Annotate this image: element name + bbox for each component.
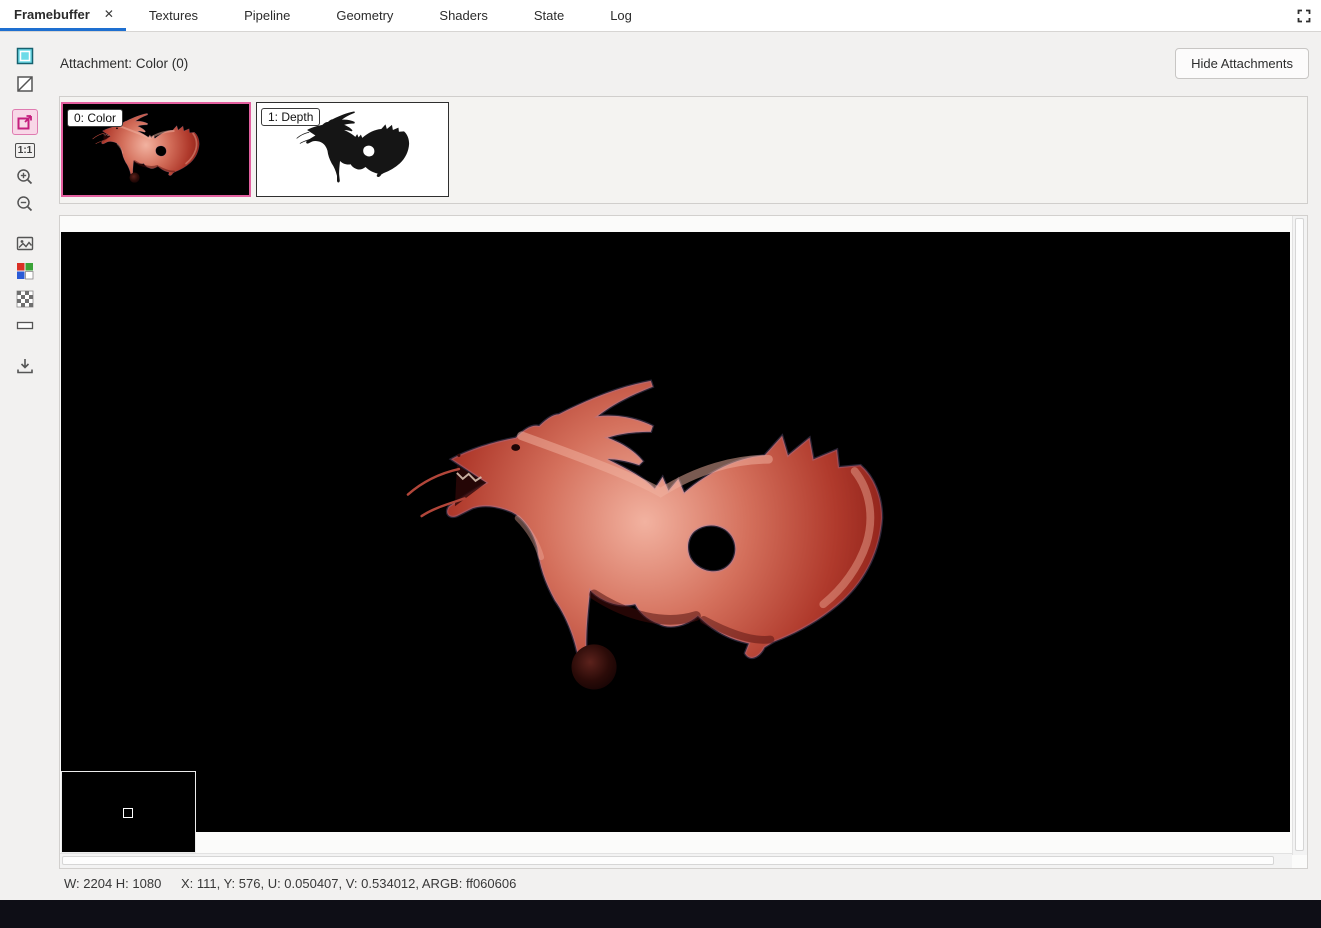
display-texture-icon[interactable] — [12, 43, 38, 69]
dragon-model — [400, 375, 890, 713]
tab-log[interactable]: Log — [587, 0, 655, 31]
image-fit-icon[interactable] — [12, 230, 38, 256]
tab-log-label: Log — [610, 8, 632, 23]
fullscreen-icon[interactable] — [1295, 7, 1313, 25]
zoom-actual-icon[interactable]: 1:1 — [12, 137, 38, 163]
status-bar: W: 2204 H: 1080 X: 111, Y: 576, U: 0.050… — [64, 876, 516, 891]
tab-framebuffer-label: Framebuffer — [14, 6, 90, 22]
tab-shaders[interactable]: Shaders — [416, 0, 510, 31]
horizontal-scrollbar-thumb[interactable] — [62, 856, 1274, 865]
horizontal-scrollbar[interactable] — [60, 853, 1292, 868]
tab-close-icon[interactable]: ✕ — [104, 7, 114, 21]
attachment-thumb-depth-label: 1: Depth — [261, 108, 321, 126]
checkerboard-background-icon[interactable] — [12, 286, 38, 312]
tab-pipeline[interactable]: Pipeline — [221, 0, 313, 31]
minimap-overview[interactable] — [61, 771, 196, 853]
zoom-in-icon[interactable] — [12, 164, 38, 190]
tab-geometry-label: Geometry — [336, 8, 394, 23]
texture-dimensions-label: W: 2204 H: 1080 — [64, 876, 162, 891]
hide-attachments-button[interactable]: Hide Attachments — [1175, 48, 1309, 79]
tab-textures-label: Textures — [148, 8, 199, 23]
range-control-icon[interactable] — [12, 312, 38, 338]
tab-state[interactable]: State — [511, 0, 587, 31]
pixel-info-label: X: 111, Y: 576, U: 0.050407, V: 0.534012… — [180, 876, 517, 891]
tab-framebuffer[interactable]: Framebuffer ✕ — [0, 0, 126, 31]
attachment-header-label: Attachment: Color (0) — [60, 56, 189, 71]
attachment-thumb-color-label: 0: Color — [67, 109, 124, 127]
attachments-strip: 0: Color 1: Depth — [59, 96, 1308, 204]
tab-textures[interactable]: Textures — [126, 0, 221, 31]
attachment-thumb-color[interactable]: 0: Color — [61, 102, 251, 197]
render-area[interactable] — [61, 232, 1290, 832]
tab-geometry[interactable]: Geometry — [313, 0, 416, 31]
vertical-scrollbar-thumb[interactable] — [1295, 218, 1304, 851]
tab-pipeline-label: Pipeline — [244, 8, 291, 23]
fit-window-icon[interactable] — [12, 109, 38, 135]
tab-bar: Framebuffer ✕ Textures Pipeline Geometry… — [0, 0, 1321, 32]
color-channels-icon[interactable] — [12, 258, 38, 284]
save-image-icon[interactable] — [12, 353, 38, 379]
tab-state-label: State — [533, 8, 565, 23]
tab-shaders-label: Shaders — [439, 8, 488, 23]
zoom-actual-label: 1:1 — [14, 142, 36, 158]
alpha-blend-icon[interactable] — [12, 71, 38, 97]
minimap-view-rect[interactable] — [123, 808, 133, 818]
attachment-thumb-depth[interactable]: 1: Depth — [256, 102, 449, 197]
texture-viewport — [59, 215, 1308, 869]
vertical-scrollbar[interactable] — [1292, 216, 1307, 855]
zoom-out-icon[interactable] — [12, 191, 38, 217]
bottom-dark-bar — [0, 900, 1321, 928]
